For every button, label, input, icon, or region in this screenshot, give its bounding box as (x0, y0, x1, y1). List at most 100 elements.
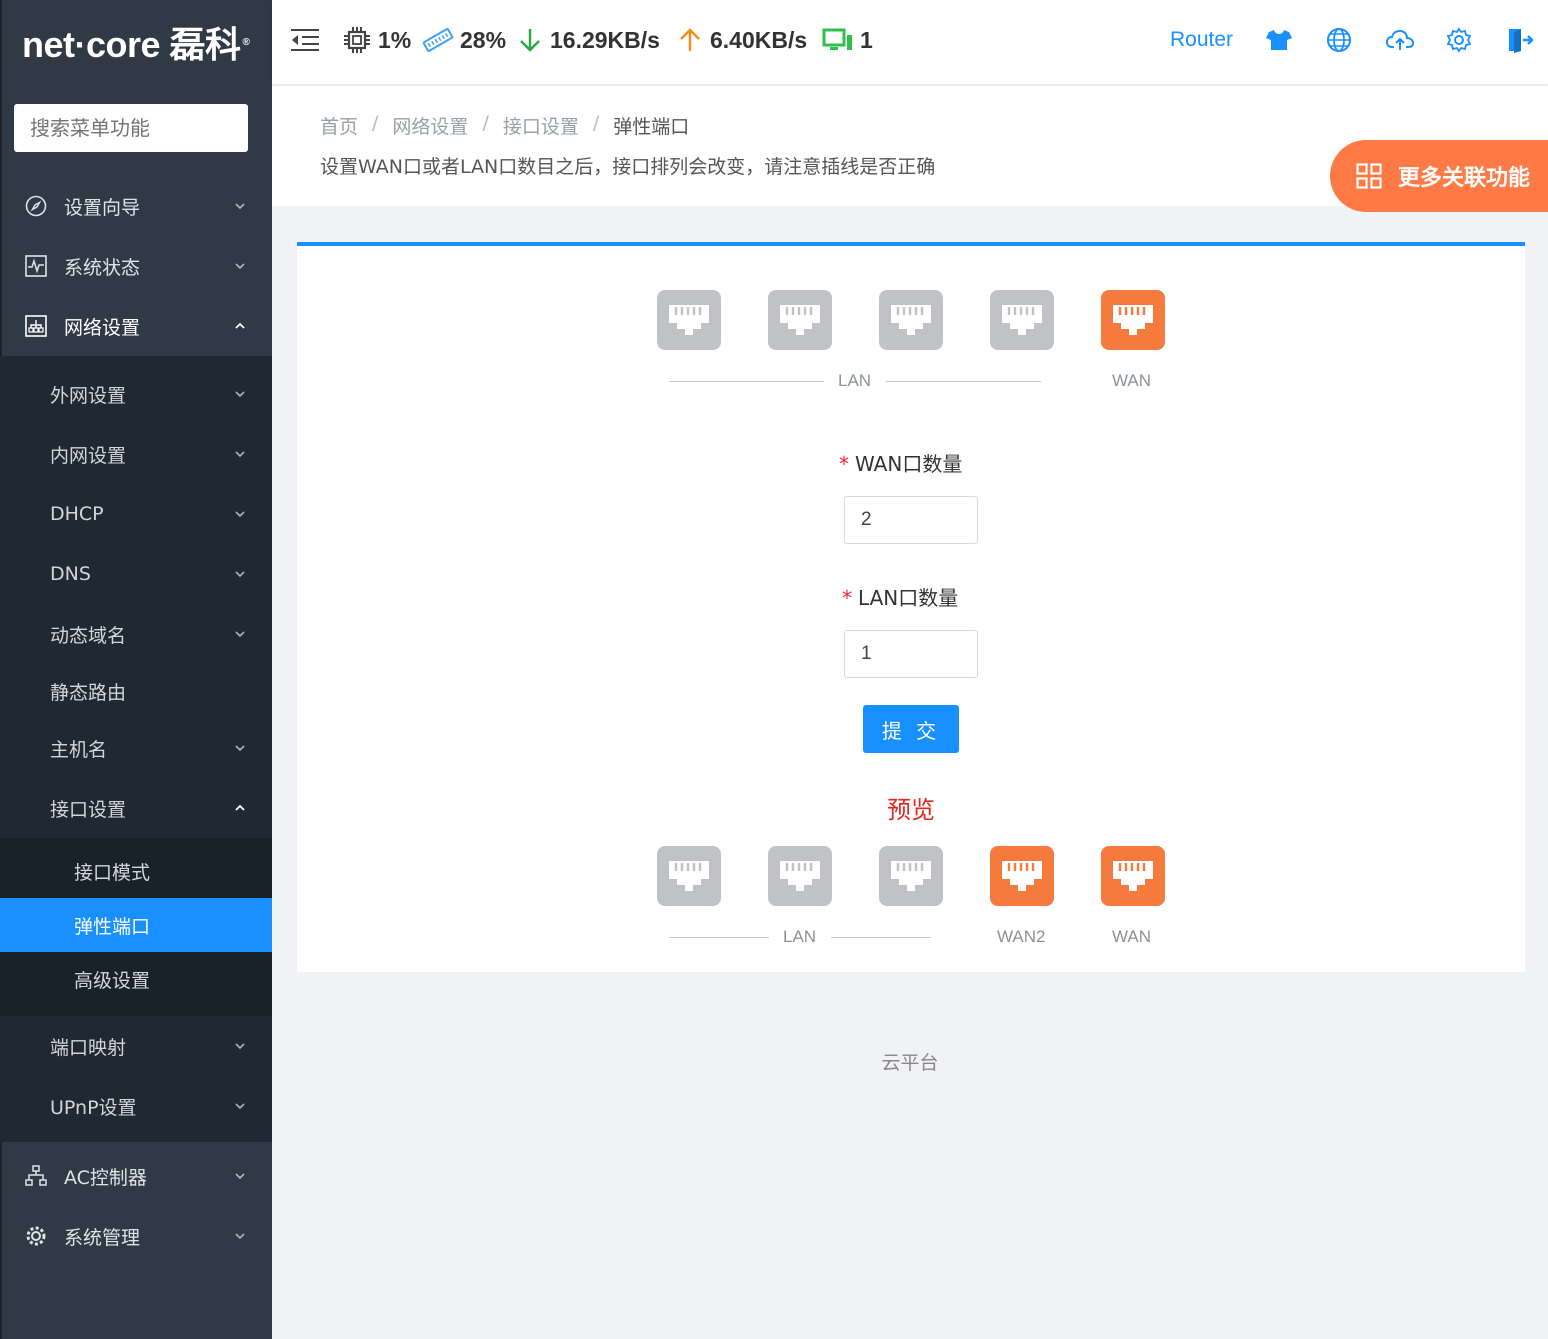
lan-port-icon (768, 846, 832, 906)
submit-button[interactable]: 提 交 (863, 705, 959, 753)
menu-item-upnp[interactable]: UPnP设置 (0, 1076, 272, 1136)
lan-count-label: * LAN口数量 (842, 582, 958, 611)
menu-item-label: 动态域名 (50, 624, 127, 647)
chevron-down-icon (235, 451, 245, 458)
chevron-up-icon (235, 322, 245, 329)
menu-item-label: 高级设置 (74, 969, 151, 992)
menu-item-system-status[interactable]: 系统状态 (0, 236, 272, 296)
chevron-down-icon (235, 203, 245, 210)
menu-search-input[interactable] (14, 104, 248, 152)
menu-item-static-route[interactable]: 静态路由 (0, 664, 272, 718)
menu-item-wan[interactable]: 外网设置 (0, 364, 272, 424)
upload-value: 6.40KB/s (710, 26, 808, 53)
menu-item-label: 接口设置 (50, 798, 127, 821)
cpu-stat: 1% (342, 20, 411, 60)
side-menu: 设置向导 系统状态 网络设置 外网设置 内网设置 DHCP DNS 动态域名 静… (0, 176, 272, 1266)
required-mark: * (839, 452, 849, 476)
menu-item-ddns[interactable]: 动态域名 (0, 604, 272, 664)
preview-lan-label: LAN (783, 927, 817, 946)
preview-wan2-label: WAN2 (997, 927, 1046, 946)
settings-gear-icon[interactable] (1446, 22, 1472, 58)
menu-item-interface-settings[interactable]: 接口设置 (0, 778, 272, 838)
menu-item-label: DHCP (50, 503, 104, 525)
monitor-icon (822, 27, 854, 53)
menu-item-port-mapping[interactable]: 端口映射 (0, 1016, 272, 1076)
lan-group-line (669, 381, 824, 382)
devices-stat: 1 (822, 20, 873, 60)
cloud-upload-icon[interactable] (1386, 22, 1414, 58)
menu-item-label: UPnP设置 (50, 1096, 137, 1119)
chevron-down-icon (235, 1173, 245, 1180)
menu-item-ac-controller[interactable]: AC控制器 (0, 1146, 272, 1206)
breadcrumb-separator: / (372, 112, 379, 134)
chevron-down-icon (235, 571, 245, 578)
memory-value: 28% (460, 26, 507, 53)
footer-link[interactable]: 云平台 (272, 1048, 1548, 1075)
wan2-port-icon (990, 846, 1054, 906)
memory-icon (422, 28, 454, 52)
interface-submenu: 接口模式 弹性端口 高级设置 (0, 838, 272, 1016)
elastic-port-card: LAN WAN * WAN口数量 2 * LAN口数量 1 提 交 预览 LAN W… (297, 242, 1525, 972)
menu-item-dns[interactable]: DNS (0, 544, 272, 604)
menu-item-label: 接口模式 (74, 861, 151, 884)
wan-port-icon (1101, 846, 1165, 906)
menu-item-dhcp[interactable]: DHCP (0, 484, 272, 544)
menu-item-label: 外网设置 (50, 384, 127, 407)
lan-count-input[interactable]: 1 (844, 630, 978, 678)
download-stat: 16.29KB/s (518, 20, 660, 60)
menu-item-network-settings[interactable]: 网络设置 (0, 296, 272, 356)
lan-group-line (669, 937, 769, 938)
preview-wan-label: WAN (1112, 927, 1152, 946)
chevron-down-icon (235, 263, 245, 270)
logout-icon[interactable] (1506, 22, 1534, 58)
lan-port-icon (879, 846, 943, 906)
breadcrumb-current: 弹性端口 (613, 116, 690, 138)
sidebar: net·core 磊科® 设置向导 系统状态 网络设置 外网设置 (0, 0, 272, 1339)
theme-icon[interactable] (1266, 22, 1292, 58)
more-features-label: 更多关联功能 (1398, 166, 1531, 191)
chevron-down-icon (235, 745, 245, 752)
menu-item-label: 系统管理 (64, 1226, 141, 1249)
menu-item-label: 系统状态 (64, 256, 141, 279)
memory-stat: 28% (422, 20, 506, 60)
menu-item-label: 弹性端口 (74, 915, 151, 938)
menu-item-setup-wizard[interactable]: 设置向导 (0, 176, 272, 236)
breadcrumb-separator: / (482, 112, 489, 134)
breadcrumb-interface[interactable]: 接口设置 (503, 112, 579, 139)
chevron-down-icon (235, 511, 245, 518)
language-globe-icon[interactable] (1326, 22, 1352, 58)
collapse-menu-icon[interactable] (290, 20, 320, 60)
logo-text: net·core 磊科 (22, 24, 241, 65)
lan-group-line (831, 937, 931, 938)
lan-port-icon (879, 290, 943, 350)
wan-count-input[interactable]: 2 (844, 496, 978, 544)
breadcrumb-separator: / (592, 112, 600, 134)
menu-search (14, 104, 248, 152)
network-icon (24, 314, 48, 338)
devices-value: 1 (860, 26, 873, 53)
menu-item-system-admin[interactable]: 系统管理 (0, 1206, 272, 1266)
router-mode-link[interactable]: Router (1170, 22, 1233, 58)
download-value: 16.29KB/s (550, 26, 660, 53)
brand-logo: net·core 磊科 ® (0, 0, 272, 84)
pulse-icon (24, 254, 48, 278)
breadcrumb-network[interactable]: 网络设置 (392, 112, 468, 139)
compass-icon (24, 194, 48, 218)
wan-label: WAN (1112, 371, 1152, 390)
menu-item-interface-mode[interactable]: 接口模式 (0, 844, 272, 898)
chevron-up-icon (235, 804, 245, 811)
menu-item-advanced[interactable]: 高级设置 (0, 952, 272, 1006)
lan-port-icon (990, 290, 1054, 350)
lan-port-icon (768, 290, 832, 350)
gear-icon (24, 1224, 48, 1248)
network-submenu: 外网设置 内网设置 DHCP DNS 动态域名 静态路由 主机名 接口设置 接口… (0, 356, 272, 1142)
lan-group-label: LAN (838, 371, 872, 390)
more-features-button[interactable]: 更多关联功能 (1330, 140, 1548, 212)
menu-item-hostname[interactable]: 主机名 (0, 718, 272, 778)
page-notice: 设置WAN口或者LAN口数目之后，接口排列会改变，请注意插线是否正确 (320, 156, 936, 178)
menu-item-elastic-port[interactable]: 弹性端口 (0, 898, 272, 952)
menu-item-lan[interactable]: 内网设置 (0, 424, 272, 484)
menu-item-label: 内网设置 (50, 444, 127, 467)
breadcrumb-home[interactable]: 首页 (320, 112, 358, 139)
chevron-down-icon (235, 1103, 245, 1110)
